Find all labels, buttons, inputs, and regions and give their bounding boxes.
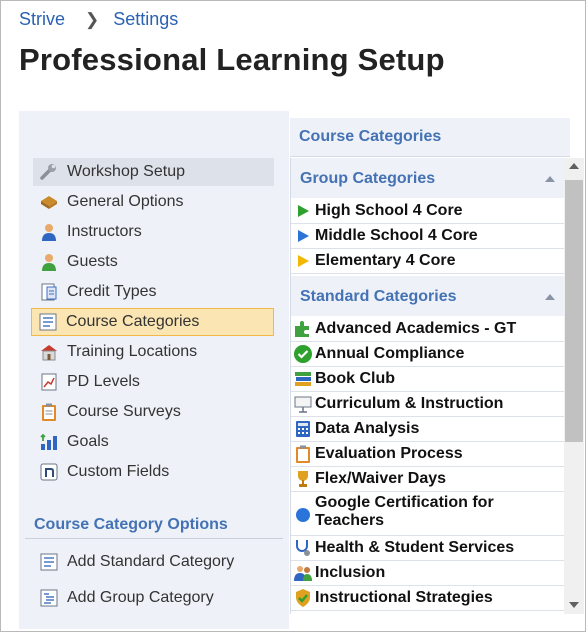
breadcrumb-settings-link[interactable]: Settings [113,9,178,30]
panel-title: Course Categories [299,128,442,145]
custom-field-icon [39,462,59,482]
sidebar-item-guests[interactable]: Guests [33,248,274,276]
add-standard-category-button[interactable]: Add Standard Category [33,548,274,576]
shield-check-icon [293,588,313,608]
sidebar-item-label: Workshop Setup [67,163,185,180]
sidebar-item-label: Course Surveys [67,403,181,420]
sidebar-item-training-locations[interactable]: Training Locations [33,338,274,366]
list-item[interactable]: Inclusion [291,560,565,586]
sidebar-item-credit-types[interactable]: Credit Types [33,278,274,306]
sidebar-item-course-categories[interactable]: Course Categories [31,308,274,336]
list-item[interactable]: High School 4 Core [291,198,565,224]
check-circle-icon [293,344,313,364]
guest-icon [39,252,59,272]
sidebar-item-custom-fields[interactable]: Custom Fields [33,458,274,486]
green-triangle-icon [293,201,313,221]
list-item[interactable]: Instructional Strategies [291,585,565,611]
scroll-up-icon[interactable] [569,163,579,169]
breadcrumb: Strive ❯ Settings [19,9,178,30]
list-item[interactable]: Curriculum & Instruction [291,391,565,417]
chart-icon [39,372,59,392]
goals-icon [39,432,59,452]
calculator-icon [293,419,313,439]
blue-triangle-icon [293,226,313,246]
add-standard-icon [39,552,59,572]
list-item[interactable]: Book Club [291,366,565,392]
sidebar-item-course-surveys[interactable]: Course Surveys [33,398,274,426]
puzzle-icon [293,319,313,339]
scroll-thumb[interactable] [565,180,583,442]
credit-icon [39,282,59,302]
sidebar-item-label: Course Categories [66,313,200,330]
collapse-arrow-icon[interactable] [545,176,555,182]
sidebar-item-label: Guests [67,253,118,270]
blue-dot-icon [293,505,313,525]
list-item[interactable]: Elementary 4 Core [291,248,565,274]
sidebar-item-label: Custom Fields [67,463,170,480]
sidebar-item-workshop-setup[interactable]: Workshop Setup [33,158,274,186]
sidebar-item-label: General Options [67,193,184,210]
yellow-triangle-icon [293,251,313,271]
list-item[interactable]: Google Certification for Teachers [291,491,565,536]
instructor-icon [39,222,59,242]
list-item[interactable]: Evaluation Process [291,441,565,467]
list-icon [38,312,58,332]
sidebar-item-label: PD Levels [67,373,140,390]
clipboard-icon [293,444,313,464]
trophy-icon [293,469,313,489]
list-item[interactable]: Data Analysis [291,416,565,442]
course-categories-header: Course Categories [290,118,570,157]
collapse-arrow-icon[interactable] [545,294,555,300]
section-title: Group Categories [300,170,436,187]
divider [25,538,283,539]
list-item[interactable]: Annual Compliance [291,341,565,367]
package-icon [39,192,59,212]
sidebar-item-goals[interactable]: Goals [33,428,274,456]
page-title: Professional Learning Setup [19,42,445,77]
sidebar-item-instructors[interactable]: Instructors [33,218,274,246]
sidebar-item-label: Credit Types [67,283,157,300]
wrench-icon [39,162,59,182]
add-group-category-button[interactable]: Add Group Category [33,584,274,612]
list-item[interactable]: Flex/Waiver Days [291,466,565,492]
breadcrumb-strive-link[interactable]: Strive [19,9,65,30]
stethoscope-icon [293,538,313,558]
presentation-icon [293,394,313,414]
course-category-options-title: Course Category Options [34,516,228,533]
add-group-category-label: Add Group Category [67,589,214,606]
sidebar-item-pd-levels[interactable]: PD Levels [33,368,274,396]
clipboard-icon [39,402,59,422]
course-categories-list: Group Categories High School 4 Core Midd… [290,158,565,614]
sidebar-item-label: Instructors [67,223,142,240]
sidebar-item-label: Goals [67,433,109,450]
list-item[interactable]: Middle School 4 Core [291,223,565,249]
settings-sidebar: Workshop Setup General Options Instructo… [19,111,289,629]
books-icon [293,369,313,389]
sidebar-item-label: Training Locations [67,343,198,360]
sidebar-item-general-options[interactable]: General Options [33,188,274,216]
scroll-down-icon[interactable] [569,602,579,608]
standard-categories-section[interactable]: Standard Categories [291,276,565,316]
chevron-right-icon: ❯ [85,9,100,29]
list-item[interactable]: Advanced Academics - GT [291,316,565,342]
vertical-scrollbar[interactable] [564,158,584,614]
building-icon [39,342,59,362]
group-categories-section[interactable]: Group Categories [291,158,565,198]
add-standard-category-label: Add Standard Category [67,553,235,570]
people-icon [293,563,313,583]
add-group-icon [39,588,59,608]
section-title: Standard Categories [300,288,457,305]
list-item[interactable]: Health & Student Services [291,535,565,561]
